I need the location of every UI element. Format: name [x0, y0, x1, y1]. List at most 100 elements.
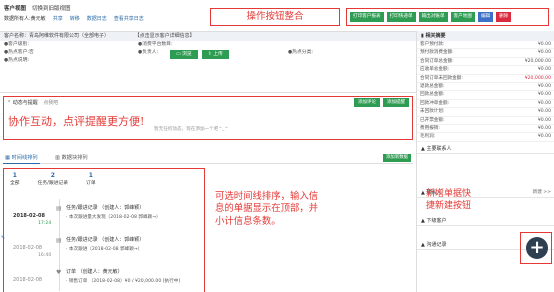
customer-name-bar: 客户名称：青岛阿维软件有限公司（全部电子） 【点击显示客户详细信息】: [0, 32, 416, 41]
entry-title: 订单 （创建人：黄元敏）: [66, 269, 123, 275]
platform-count: ●消费平台数目:: [138, 42, 173, 47]
bell-icon: ⌃: [7, 100, 12, 106]
summary-value: ¥20,000.00: [524, 75, 551, 81]
transfer-link[interactable]: 转移: [70, 15, 80, 22]
timeline-line: [59, 199, 60, 291]
add-reminder-button[interactable]: 添加提醒: [383, 98, 409, 107]
annotation-line: 息的单据显示在顶部，并: [215, 203, 319, 215]
summary-key: 客户预付款:: [420, 42, 445, 47]
new-contact-link[interactable]: 新建 >>: [533, 188, 551, 197]
pin-icon[interactable]: ✎: [1, 235, 5, 241]
export-statement-button[interactable]: 输出对账单: [418, 12, 448, 22]
entry-date: 2018-02-08: [13, 277, 43, 283]
info-row: ●客户级别: ●消费平台数目:: [0, 41, 416, 49]
stat-all-label: 全部: [10, 181, 20, 186]
tab-timeline-label: 时间线排列: [11, 155, 38, 161]
summary-key: 回款冲单金额:: [420, 100, 450, 106]
summary-value: ¥0.00: [537, 125, 551, 131]
summary-row: 合同订单总金额: ¥20,000.00: [417, 58, 554, 67]
entry-date: 2018-02-08: [13, 213, 45, 219]
tab-blocks-label: 数据块排列: [61, 155, 88, 161]
stat-orders[interactable]: 1 订单: [86, 172, 96, 187]
summary-value: ¥0.00: [537, 109, 551, 115]
main-contact-section[interactable]: ▲ 主要联系人: [417, 144, 554, 154]
print-report-button[interactable]: 打印客户报表: [350, 12, 384, 22]
entry-detail[interactable]: · 本次跟进量大发现（2018-02-08 郭峰颖→）: [66, 214, 161, 221]
annotation-quick-add: 新增单据快 捷新建按钮: [426, 188, 516, 212]
stat-tasks-label: 任务/跟进记录: [37, 181, 69, 186]
sub-customer-section[interactable]: ▲ 下级客户: [417, 216, 554, 226]
stat-orders-label: 订单: [86, 181, 96, 186]
annotation-line: 小计信息条数。: [215, 215, 281, 227]
print-express-button[interactable]: 打印快递单: [386, 12, 416, 22]
summary-value: ¥0.00: [537, 67, 551, 73]
activity-placeholder: 暂无任何动态，现在添加一个吧^_^: [154, 127, 229, 132]
browse-label: 浏览: [182, 52, 192, 57]
stat-all[interactable]: 1 全部: [10, 172, 20, 187]
stat-orders-count: 1: [88, 172, 93, 179]
annotation-timeline: 可选时间线排序，输入信 息的单据显示在顶部，并 小计信息条数。: [215, 191, 380, 228]
tab-timeline[interactable]: ▦ 时间线排列: [3, 154, 40, 164]
summary-row: 回款冲单金额: ¥0.00: [417, 100, 554, 109]
quick-add-button[interactable]: +: [526, 237, 548, 259]
summary-row: 已开票金额: ¥0.00: [417, 117, 554, 125]
annotation-line: 捷新建按钮: [426, 201, 472, 211]
add-comment-button[interactable]: 添加评论: [354, 98, 380, 107]
stat-tasks-count: 2: [50, 172, 55, 179]
edit-button[interactable]: 编辑: [477, 12, 494, 22]
main-contact-title: ▲ 主要联系人: [421, 145, 452, 152]
summary-key: 退款总金额:: [420, 83, 445, 89]
view-header: 客户视图 切换到旧版视图: [4, 4, 71, 12]
summary-value: ¥0.00: [537, 92, 551, 98]
summary-key: 合同订单未回款金额:: [420, 75, 463, 81]
upload-label: 上传: [213, 52, 223, 57]
main-contact-body: [417, 154, 554, 188]
activity-title: 动态与提醒: [12, 100, 38, 106]
summary-value: ¥20,000.00: [524, 58, 551, 64]
task-icon: ▤: [56, 205, 62, 212]
summary-row: 未回款计划: ¥0.00: [417, 108, 554, 117]
stat-tasks[interactable]: 2 任务/跟进记录: [38, 172, 68, 187]
summary-title: 相关摘要: [425, 33, 446, 39]
summary-row: 应收单总金额: ¥0.00: [417, 66, 554, 75]
entry-title: 任务/跟进记录 （创建人：郭峰颖）: [66, 237, 145, 243]
summary-value: ¥0.00: [537, 134, 551, 140]
timeline-panel: 1 全部 2 任务/跟进记录 1 订单 2018-02-08 17:24 ▤ 任…: [3, 168, 205, 292]
page-title: 客户视图: [4, 6, 27, 12]
hot-customer: ●热点客户:否: [4, 50, 34, 55]
summary-value: ¥0.00: [537, 117, 551, 123]
share-log-link[interactable]: 查看共享日志: [114, 15, 144, 22]
task-icon: ▤: [56, 237, 62, 244]
show-details-link[interactable]: 【点击显示客户详细信息】: [135, 33, 195, 39]
sub-customer-label: 下级客户: [426, 217, 447, 224]
browse-button[interactable]: ▭ 浏览: [170, 50, 198, 59]
stat-all-count: 1: [12, 172, 17, 179]
view-tabs: ▦ 时间线排列 ▥ 数据块排列 添加新数据: [3, 152, 413, 164]
main-contact-label: 主要联系人: [426, 145, 452, 152]
delete-button[interactable]: 删除: [496, 12, 512, 22]
summary-row: 回款总金额: ¥0.00: [417, 91, 554, 100]
tab-blocks[interactable]: ▥ 数据块排列: [55, 154, 88, 163]
entry-detail[interactable]: · 销售订单 （2018-02-08）¥0 / ¥20,000.00 [执行中]: [66, 278, 180, 285]
entry-time: 16:40: [38, 253, 52, 258]
activity-header: ⌃ 动态与提醒 点我吧: [7, 99, 58, 106]
switch-view-link[interactable]: 切换到旧版视图: [32, 4, 71, 12]
customer-map-button[interactable]: 客户地图: [450, 12, 475, 22]
hot-description: ●热点说明:: [4, 58, 29, 63]
upload-button[interactable]: ⇧ 上传: [201, 50, 229, 59]
activity-hint[interactable]: 点我吧: [43, 100, 58, 106]
summary-value: ¥0.00: [537, 42, 551, 47]
add-data-button[interactable]: 添加新数据: [383, 154, 411, 162]
entry-date: 2018-02-08: [13, 245, 43, 251]
annotation-line: 可选时间线排序，输入信: [215, 191, 319, 202]
annotation-collaboration: 协作互动，点评提醒更方便!: [8, 115, 145, 128]
entry-detail[interactable]: · 本次跟进（2018-02-08 郭峰颖→）: [66, 246, 142, 253]
summary-key: 预付款消费金额:: [420, 50, 454, 56]
timeline-stats: 1 全部 2 任务/跟进记录 1 订单: [10, 172, 96, 187]
entry-title: 任务/跟进记录 （创建人：郭峰颖）: [66, 205, 145, 211]
annotation-toolbar: 操作按钮整合: [210, 8, 340, 26]
annotation-line: 新增单据快: [426, 189, 472, 199]
summary-key: 未回款计划:: [420, 109, 445, 115]
share-link[interactable]: 共享: [53, 15, 63, 22]
data-log-link[interactable]: 数据日志: [87, 15, 107, 22]
